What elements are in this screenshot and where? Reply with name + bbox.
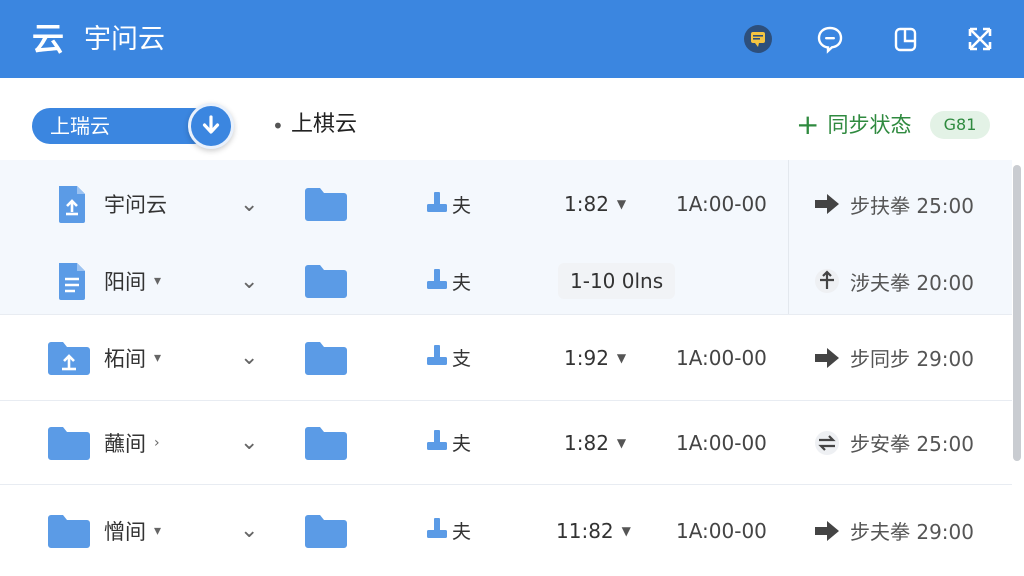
share-label: 夫 — [452, 433, 472, 455]
version-select[interactable]: 1:82 ▼ — [564, 401, 626, 484]
time-label: 1A:00-00 — [676, 518, 767, 543]
message-icon — [744, 25, 772, 53]
version-label: 1:82 — [564, 430, 609, 455]
dropdown-caret-icon[interactable]: ▾ — [154, 273, 161, 289]
sync-status-button[interactable]: + 同步状态 — [796, 110, 911, 140]
status-label: 步同步 29:00 — [850, 347, 974, 371]
folder-icon — [46, 485, 92, 576]
version-select[interactable]: 1-10 0lns — [558, 248, 676, 314]
dropdown-caret-icon[interactable]: ▾ — [154, 350, 161, 366]
share-label: 支 — [452, 348, 472, 370]
status-label: 步扶拳 25:00 — [850, 193, 974, 218]
download-button[interactable] — [188, 103, 234, 149]
sync-status-label: 同步状态 — [827, 113, 912, 137]
table-row[interactable]: 蘸间 › ⌄ 夫 1:82 ▼ 1A:00-00 步安拳 25:00 — [0, 400, 1012, 484]
scrollbar[interactable] — [1013, 165, 1021, 461]
share-icon — [426, 429, 452, 456]
copy-icon — [894, 27, 917, 52]
folder-icon — [304, 315, 348, 400]
column-divider — [788, 160, 789, 314]
arrow-right-icon — [814, 345, 840, 371]
share-label: 夫 — [452, 521, 472, 543]
version-select[interactable]: 1:92 ▼ — [564, 315, 626, 400]
time-label: 1A:00-00 — [676, 192, 767, 216]
breadcrumb[interactable]: 上棋云 — [291, 110, 357, 140]
dropdown-caret-icon: ▼ — [616, 197, 627, 211]
file-name[interactable]: 宇问云 — [104, 189, 167, 219]
chat-button[interactable] — [813, 22, 847, 56]
share-icon — [426, 191, 452, 218]
status-badge: G81 — [930, 111, 990, 139]
time-label: 1A:00-00 — [676, 430, 767, 455]
expand-icon — [968, 27, 992, 51]
app-title: 宇问云 — [84, 24, 165, 55]
file-name[interactable]: 阳间 — [104, 266, 146, 296]
table-row[interactable]: 憎间 ▾ ⌄ 夫 11:82 ▼ 1A:00-00 步夫拳 29:00 — [0, 484, 1012, 576]
table-row[interactable]: 宇问云 ⌄ 夫 1:82 ▼ 1A:00-00 步扶拳 25:00 — [0, 160, 1012, 248]
time-label: 1A:00-00 — [676, 345, 767, 370]
share-cell[interactable]: 支 — [426, 315, 471, 400]
folder-icon — [304, 160, 348, 248]
folder-icon — [304, 485, 348, 576]
status-label: 步夫拳 29:00 — [850, 520, 974, 544]
dropdown-caret-icon[interactable]: › — [154, 435, 160, 451]
share-cell[interactable]: 夫 — [426, 485, 471, 576]
title-bar: 云 宇问云 — [0, 0, 1024, 78]
arrow-right-icon — [814, 191, 840, 217]
folder-icon — [304, 248, 348, 314]
share-icon — [426, 268, 452, 295]
table-row[interactable]: 柘间 ▾ ⌄ 支 1:92 ▼ 1A:00-00 步同步 29:00 — [0, 314, 1012, 400]
share-label: 夫 — [452, 194, 472, 217]
upload-folder-icon — [46, 315, 92, 400]
chevron-down-icon[interactable]: ⌄ — [240, 518, 258, 543]
app-logo: 云 — [32, 20, 65, 58]
file-name[interactable]: 憎间 — [104, 516, 146, 546]
status-label: 步安拳 25:00 — [850, 432, 974, 456]
dropdown-caret-icon: ▼ — [616, 350, 627, 365]
share-cell[interactable]: 夫 — [426, 401, 471, 484]
version-label: 1-10 0lns — [558, 263, 676, 299]
upload-file-icon — [56, 160, 88, 248]
dropdown-caret-icon: ▼ — [616, 435, 627, 450]
account-selector[interactable]: 上瑞云 — [32, 108, 212, 144]
expand-button[interactable] — [963, 22, 997, 56]
share-icon — [426, 344, 452, 371]
copy-button[interactable] — [889, 22, 923, 56]
share-icon — [426, 517, 452, 544]
download-icon — [202, 115, 220, 134]
version-label: 1:92 — [564, 345, 609, 370]
swap-icon — [814, 430, 840, 456]
arrow-right-icon — [814, 518, 840, 544]
dropdown-caret-icon[interactable]: ▾ — [154, 523, 161, 539]
share-cell[interactable]: 夫 — [426, 248, 471, 314]
chat-icon — [817, 26, 843, 54]
account-label: 上瑞云 — [50, 114, 110, 138]
message-button[interactable] — [741, 22, 775, 56]
plus-icon: + — [796, 108, 820, 141]
version-label: 11:82 — [556, 518, 614, 543]
breadcrumb-bullet: • — [272, 114, 284, 138]
version-label: 1:82 — [564, 192, 609, 216]
version-select[interactable]: 1:82 ▼ — [564, 160, 626, 248]
chevron-down-icon[interactable]: ⌄ — [240, 430, 258, 455]
chevron-down-icon[interactable]: ⌄ — [240, 192, 258, 217]
status-label: 涉夫拳 20:00 — [850, 270, 974, 295]
plus-sync-icon — [814, 268, 840, 294]
folder-icon — [46, 401, 92, 484]
folder-icon — [304, 401, 348, 484]
file-name[interactable]: 蘸间 — [104, 428, 146, 458]
chevron-down-icon[interactable]: ⌄ — [240, 269, 258, 294]
share-cell[interactable]: 夫 — [426, 160, 471, 248]
table-row[interactable]: 阳间 ▾ ⌄ 夫 1-10 0lns 涉夫拳 20:00 — [0, 248, 1012, 314]
file-name[interactable]: 柘间 — [104, 343, 146, 373]
chevron-down-icon[interactable]: ⌄ — [240, 345, 258, 370]
dropdown-caret-icon: ▼ — [621, 523, 631, 538]
share-label: 夫 — [452, 271, 472, 294]
document-icon — [56, 248, 88, 314]
version-select[interactable]: 11:82 ▼ — [556, 485, 631, 576]
